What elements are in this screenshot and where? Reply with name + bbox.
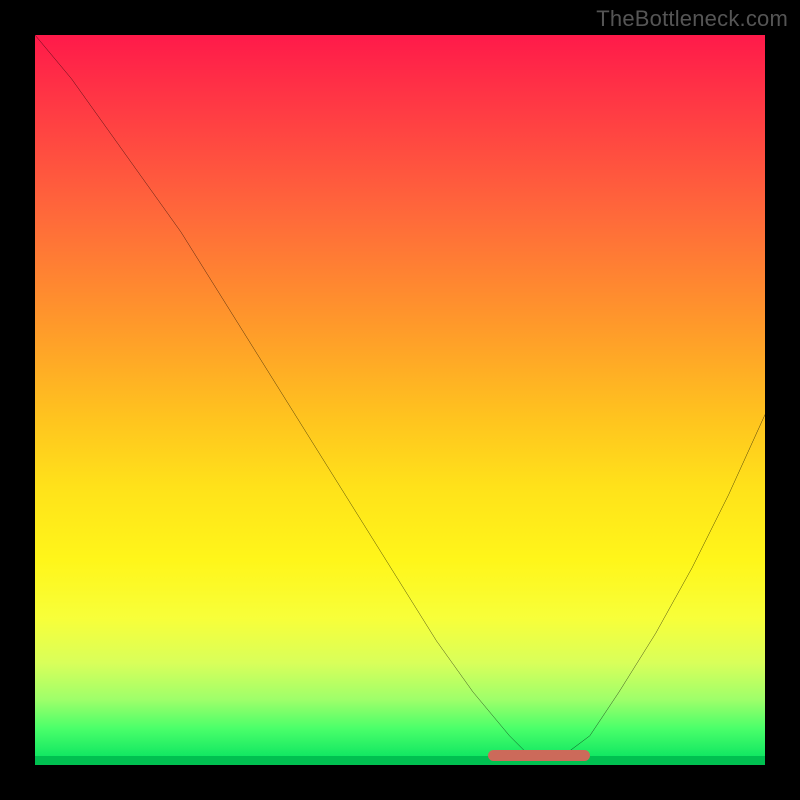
optimal-range-marker bbox=[488, 750, 590, 761]
curve-svg bbox=[35, 35, 765, 765]
plot-area bbox=[35, 35, 765, 765]
bottleneck-curve-path bbox=[35, 35, 765, 758]
watermark-text: TheBottleneck.com bbox=[596, 6, 788, 32]
chart-frame: TheBottleneck.com bbox=[0, 0, 800, 800]
